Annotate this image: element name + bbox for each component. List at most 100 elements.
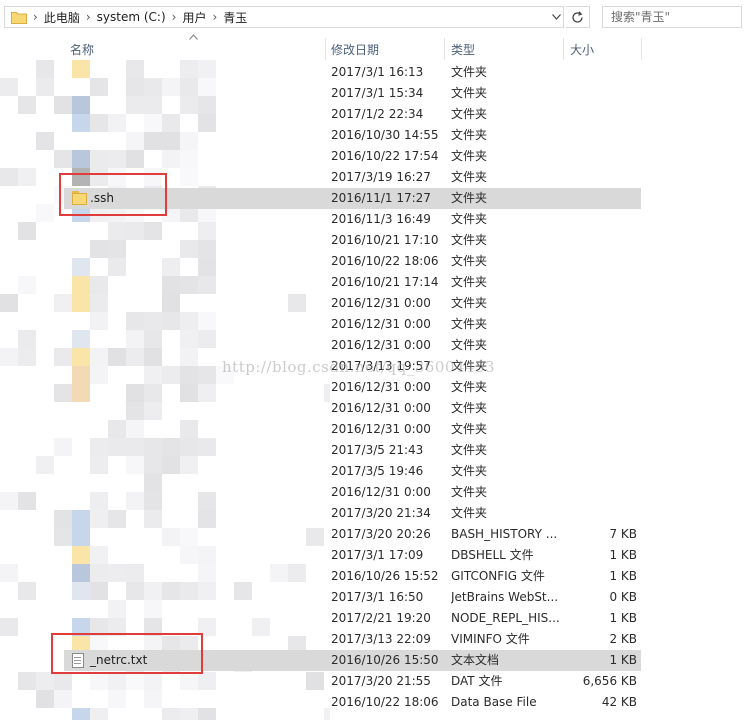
search-input[interactable]	[602, 6, 742, 28]
file-size: 42 KB	[601, 695, 637, 709]
file-modified-date: 2016/12/31 0:00	[331, 338, 431, 352]
refresh-icon[interactable]	[566, 6, 590, 28]
file-modified-date: 2017/3/13 22:09	[331, 632, 431, 646]
file-type: 文本文档	[451, 653, 500, 667]
file-row[interactable]: 2017/3/1 16:13 文件夹	[0, 62, 744, 83]
file-row[interactable]: 2017/3/5 21:43 文件夹	[0, 440, 744, 461]
file-modified-date: 2017/3/20 21:34	[331, 506, 431, 520]
highlight-box-ssh	[59, 173, 167, 216]
folder-icon	[11, 11, 27, 24]
file-type: 文件夹	[451, 128, 488, 142]
file-row[interactable]: 2016/12/31 0:00 文件夹	[0, 398, 744, 419]
file-type: 文件夹	[451, 170, 488, 184]
file-type: 文件夹	[451, 338, 488, 352]
file-type: DBSHELL 文件	[451, 548, 534, 562]
file-row[interactable]: 2016/10/30 14:55 文件夹	[0, 125, 744, 146]
file-type: 文件夹	[451, 191, 488, 205]
address-bar[interactable]: › 此电脑 › system (C:) › 用户 › 青玉	[4, 6, 564, 28]
file-modified-date: 2016/10/26 15:52	[331, 569, 439, 583]
file-modified-date: 2016/10/22 18:06	[331, 695, 439, 709]
file-row[interactable]: 2017/3/1 15:34 文件夹	[0, 83, 744, 104]
file-type: 文件夹	[451, 107, 488, 121]
column-header-date[interactable]: 修改日期	[331, 36, 379, 62]
file-type: 文件夹	[451, 485, 488, 499]
column-header-name[interactable]: 名称	[70, 36, 94, 62]
file-type: 文件夹	[451, 401, 488, 415]
file-type: DAT 文件	[451, 674, 503, 688]
file-modified-date: 2017/3/5 21:43	[331, 443, 424, 457]
file-row[interactable]: 2017/1/2 22:34 文件夹	[0, 104, 744, 125]
file-row[interactable]: 2016/12/31 0:00 文件夹	[0, 482, 744, 503]
file-type: NODE_REPL_HIS...	[451, 611, 560, 625]
file-row[interactable]: 2017/2/21 19:20 NODE_REPL_HIS... 1 KB	[0, 608, 744, 629]
file-modified-date: 2016/10/26 15:50	[331, 653, 439, 667]
file-modified-date: 2016/12/31 0:00	[331, 401, 431, 415]
file-modified-date: 2016/11/3 16:49	[331, 212, 431, 226]
sort-up-icon	[189, 32, 198, 43]
file-size: 1 KB	[609, 653, 637, 667]
file-row[interactable]: 2016/10/21 17:10 文件夹	[0, 230, 744, 251]
file-type: 文件夹	[451, 233, 488, 247]
file-type: BASH_HISTORY ...	[451, 527, 558, 541]
column-header-row: 名称 修改日期 类型 大小	[0, 36, 744, 62]
file-type: 文件夹	[451, 380, 488, 394]
file-row[interactable]: 2016/12/31 0:00 文件夹	[0, 293, 744, 314]
file-row[interactable]: 2017/3/1 16:50 JetBrains WebSt... 0 KB	[0, 587, 744, 608]
file-modified-date: 2017/3/20 21:55	[331, 674, 431, 688]
file-row[interactable]: 2016/12/31 0:00 文件夹	[0, 419, 744, 440]
file-row[interactable]: 2016/12/31 0:00 文件夹	[0, 335, 744, 356]
file-row[interactable]: 2016/10/22 18:06 文件夹	[0, 251, 744, 272]
file-type: JetBrains WebSt...	[451, 590, 559, 604]
file-type: GITCONFIG 文件	[451, 569, 545, 583]
column-divider[interactable]	[641, 38, 642, 60]
breadcrumb-item-users[interactable]: 用户	[182, 9, 206, 26]
file-modified-date: 2016/10/22 17:54	[331, 149, 439, 163]
file-row[interactable]: 2016/10/21 17:14 文件夹	[0, 272, 744, 293]
breadcrumb-item-system-drive[interactable]: system (C:)	[97, 10, 166, 24]
column-divider[interactable]	[325, 38, 326, 60]
column-header-size[interactable]: 大小	[570, 36, 594, 62]
breadcrumb-item-this-pc[interactable]: 此电脑	[44, 9, 80, 26]
file-row[interactable]: 2016/12/31 0:00 文件夹	[0, 314, 744, 335]
file-type: 文件夹	[451, 149, 488, 163]
file-modified-date: 2016/10/21 17:14	[331, 275, 439, 289]
breadcrumb-separator-icon: ›	[171, 10, 177, 24]
file-type: Data Base File	[451, 695, 537, 709]
file-modified-date: 2016/12/31 0:00	[331, 296, 431, 310]
file-row[interactable]: 2017/3/20 21:55 DAT 文件 6,656 KB	[0, 671, 744, 692]
address-toolbar: › 此电脑 › system (C:) › 用户 › 青玉	[0, 0, 744, 36]
file-row[interactable]: 2016/12/31 0:00 文件夹	[0, 377, 744, 398]
file-row[interactable]: 2017/3/20 21:34 文件夹	[0, 503, 744, 524]
file-modified-date: 2016/11/1 17:27	[331, 191, 431, 205]
file-type: 文件夹	[451, 65, 488, 79]
file-modified-date: 2017/1/2 22:34	[331, 107, 424, 121]
file-modified-date: 2016/12/31 0:00	[331, 380, 431, 394]
file-row[interactable]: 2016/10/22 18:06 Data Base File 42 KB	[0, 692, 744, 713]
file-size: 6,656 KB	[582, 674, 637, 688]
file-modified-date: 2016/10/22 18:06	[331, 254, 439, 268]
file-modified-date: 2017/3/5 19:46	[331, 464, 424, 478]
file-type: 文件夹	[451, 422, 488, 436]
file-size: 2 KB	[609, 632, 637, 646]
file-row[interactable]: 2016/10/26 15:52 GITCONFIG 文件 1 KB	[0, 566, 744, 587]
column-divider[interactable]	[444, 38, 445, 60]
chevron-down-icon[interactable]	[547, 6, 565, 28]
column-divider[interactable]	[563, 38, 564, 60]
file-type: 文件夹	[451, 464, 488, 478]
file-modified-date: 2017/3/20 20:26	[331, 527, 431, 541]
file-row[interactable]: 2016/10/22 17:54 文件夹	[0, 146, 744, 167]
file-modified-date: 2016/12/31 0:00	[331, 485, 431, 499]
file-row[interactable]: 2017/3/20 20:26 BASH_HISTORY ... 7 KB	[0, 524, 744, 545]
file-modified-date: 2017/3/1 15:34	[331, 86, 424, 100]
file-row[interactable]: 2017/3/5 19:46 文件夹	[0, 461, 744, 482]
breadcrumb-separator-icon: ›	[33, 10, 38, 24]
file-size: 1 KB	[609, 611, 637, 625]
file-size: 1 KB	[609, 548, 637, 562]
breadcrumb-item-user-folder[interactable]: 青玉	[223, 9, 247, 26]
column-header-type[interactable]: 类型	[451, 36, 475, 62]
file-type: 文件夹	[451, 212, 488, 226]
file-modified-date: 2017/3/1 16:50	[331, 590, 424, 604]
file-row[interactable]: 2017/3/1 17:09 DBSHELL 文件 1 KB	[0, 545, 744, 566]
breadcrumb-separator-icon: ›	[212, 10, 218, 24]
file-type: 文件夹	[451, 317, 488, 331]
